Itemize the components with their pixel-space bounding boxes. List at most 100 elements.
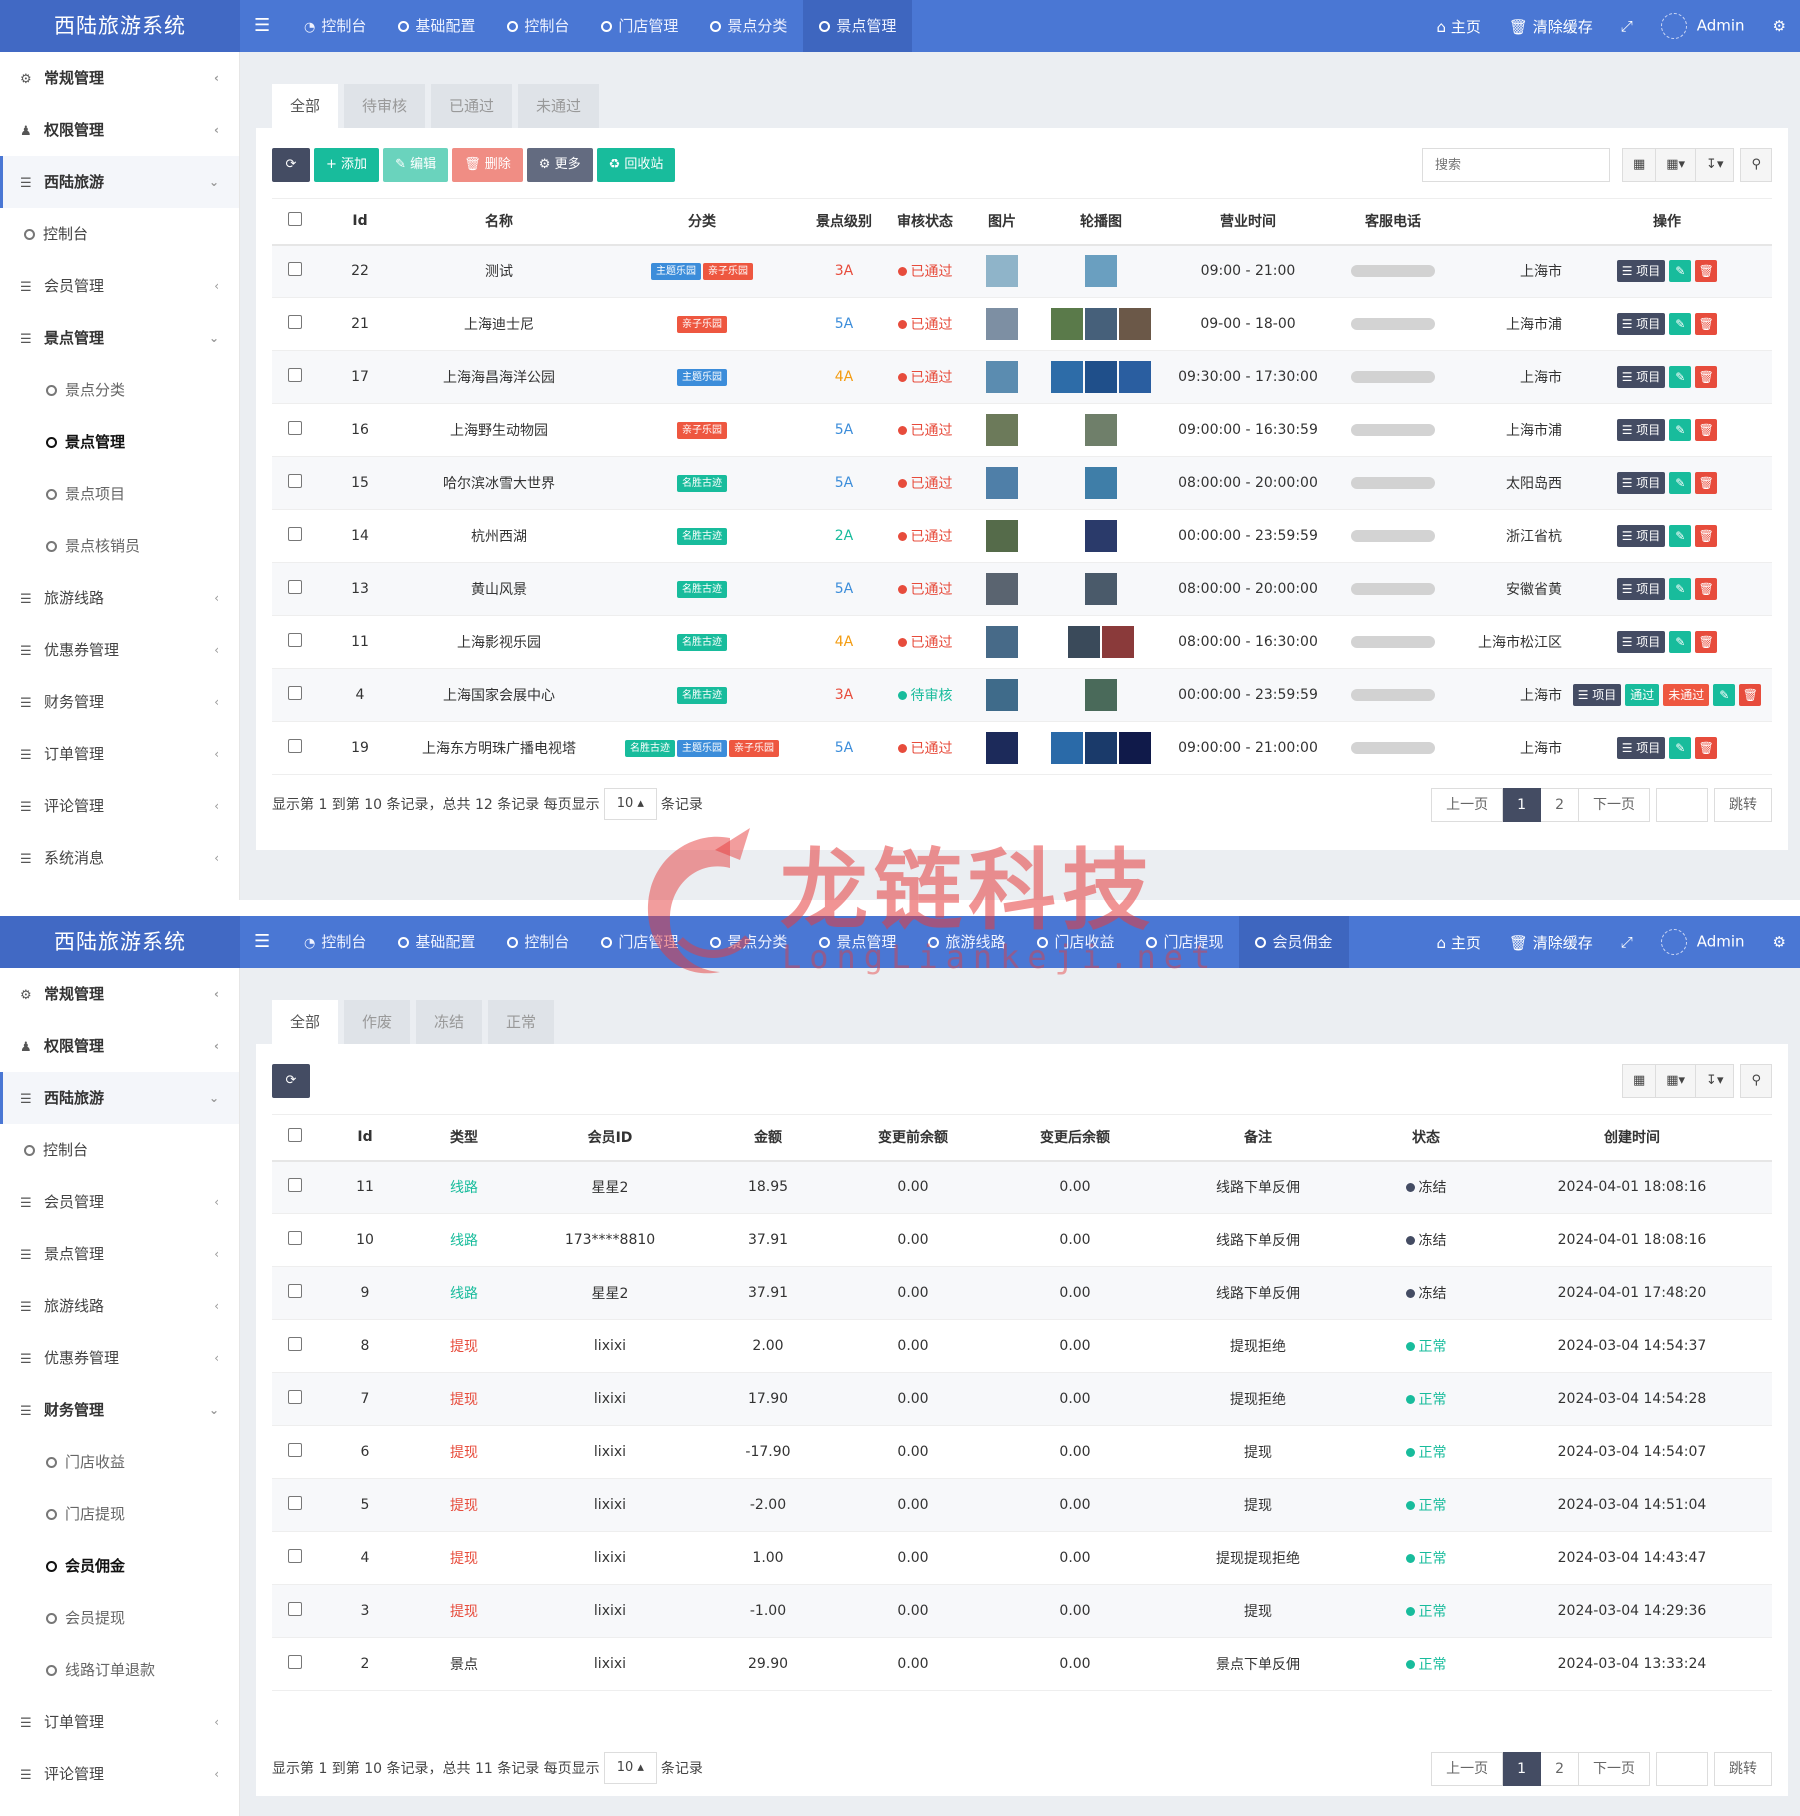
carousel-image-thumb[interactable] — [1119, 308, 1151, 340]
jump-page-input[interactable] — [1656, 788, 1708, 822]
clear-cache-link[interactable]: 🗑 清除缓存 — [1495, 16, 1607, 37]
item-button[interactable]: ☰ 项目 — [1616, 737, 1666, 759]
spot-image-thumb[interactable] — [986, 414, 1018, 446]
prev-page-button[interactable]: 上一页 — [1431, 788, 1504, 822]
settings-gear-icon[interactable]: ⚙ — [1759, 933, 1800, 951]
fullscreen-icon[interactable]: ⤢ — [1607, 17, 1647, 35]
item-button[interactable]: ☰ 项目 — [1616, 366, 1666, 388]
row-checkbox[interactable] — [288, 1231, 302, 1245]
user-menu[interactable]: Admin — [1647, 13, 1759, 39]
refresh-button[interactable]: ⟳ — [272, 148, 310, 182]
table-row[interactable]: 22 测试 主题乐园 亲子乐园 3A 已通过 09:00 - 21:00 上海市 ☰ 项目 ✎ 🗑 — [272, 244, 1772, 298]
sidebar-item-routes[interactable]: ☰ 旅游线路 ‹ — [0, 1280, 239, 1332]
sidebar-item-coupons[interactable]: ☰ 优惠券管理 ‹ — [0, 624, 239, 676]
home-link[interactable]: ⌂ 主页 — [1423, 932, 1495, 953]
edit-row-button[interactable]: ✎ — [1669, 313, 1692, 335]
table-row[interactable]: 15 哈尔滨冰雪大世界 名胜古迹 5A 已通过 08:00:00 - 20:00:00 太阳… — [272, 456, 1772, 510]
carousel-image-thumb[interactable] — [1085, 573, 1117, 605]
toggle-view-button[interactable]: ▦ — [1621, 1064, 1657, 1098]
row-checkbox[interactable] — [288, 1549, 302, 1563]
col-header[interactable]: 审核状态 — [880, 198, 970, 246]
spot-image-thumb[interactable] — [986, 573, 1018, 605]
spot-image-thumb[interactable] — [986, 467, 1018, 499]
export-button[interactable]: ↧▾ — [1696, 1064, 1735, 1098]
nav-tab-spot-category[interactable]: 景点分类 — [694, 916, 803, 968]
table-row[interactable]: 11 上海影视乐园 名胜古迹 4A 已通过 08:00:00 - 16:30:00 上海市松… — [272, 615, 1772, 669]
export-button[interactable]: ↧▾ — [1696, 148, 1735, 182]
nav-tab-spot-mgmt[interactable]: 景点管理 — [803, 916, 912, 968]
col-header[interactable]: 营业时间 — [1168, 198, 1328, 246]
carousel-image-thumb[interactable] — [1085, 255, 1117, 288]
carousel-image-thumb[interactable] — [1051, 308, 1083, 340]
spot-image-thumb[interactable] — [986, 732, 1018, 764]
sidebar-item-spot-mgmt[interactable]: ☰ 景点管理 ‹ — [0, 1228, 239, 1280]
select-all-checkbox[interactable] — [288, 212, 302, 227]
row-checkbox[interactable] — [288, 580, 302, 594]
spot-image-thumb[interactable] — [986, 255, 1018, 288]
nav-tab-basic-config[interactable]: 基础配置 — [382, 0, 491, 52]
edit-button[interactable]: ✎ 编辑 — [383, 148, 449, 182]
sidebar-item-general[interactable]: ⚙ 常规管理 ‹ — [0, 52, 239, 104]
sidebar-item-messages[interactable]: ☰ 系统消息 ‹ — [0, 832, 239, 884]
toggle-view-button[interactable]: ▦ — [1621, 148, 1657, 182]
table-row[interactable]: 2 景点 lixixi 29.90 0.00 0.00 景点下单反佣 正常 2024-03-04… — [272, 1637, 1772, 1691]
carousel-image-thumb[interactable] — [1119, 732, 1151, 764]
spot-image-thumb[interactable] — [986, 361, 1018, 393]
row-checkbox[interactable] — [288, 633, 302, 647]
nav-tab-store-income[interactable]: 门店收益 — [1021, 916, 1130, 968]
tab-frozen[interactable]: 冻结 — [416, 1000, 483, 1044]
user-menu[interactable]: Admin — [1647, 929, 1759, 955]
row-checkbox[interactable] — [288, 368, 302, 382]
edit-row-button[interactable]: ✎ — [1713, 684, 1736, 706]
nav-tab-basic-config[interactable]: 基础配置 — [382, 916, 491, 968]
col-header[interactable]: 图片 — [970, 198, 1034, 246]
table-row[interactable]: 7 提现 lixixi 17.90 0.00 0.00 提现拒绝 正常 2024-03-04 1… — [272, 1372, 1772, 1426]
sidebar-item-routes[interactable]: ☰ 旅游线路 ‹ — [0, 572, 239, 624]
sidebar-item-xilu[interactable]: ☰ 西陆旅游 ⌄ — [0, 156, 239, 208]
spot-image-thumb[interactable] — [986, 520, 1018, 552]
row-checkbox[interactable] — [288, 1655, 302, 1669]
item-button[interactable]: ☰ 项目 — [1616, 260, 1666, 283]
sidebar-item-finance[interactable]: ☰ 财务管理 ⌄ — [0, 1384, 239, 1436]
sidebar-item-general[interactable]: ⚙ 常规管理 ‹ — [0, 968, 239, 1020]
page-1-button[interactable]: 1 — [1503, 788, 1542, 822]
row-checkbox[interactable] — [288, 686, 302, 700]
carousel-image-thumb[interactable] — [1085, 414, 1117, 446]
sidebar-item-dashboard[interactable]: 控制台 — [0, 208, 239, 260]
nav-tab-spot-mgmt[interactable]: 景点管理 — [803, 0, 913, 52]
carousel-image-thumb[interactable] — [1085, 732, 1117, 764]
carousel-image-thumb[interactable] — [1051, 732, 1083, 764]
carousel-image-thumb[interactable] — [1102, 626, 1134, 658]
col-header[interactable] — [1458, 198, 1562, 246]
table-row[interactable]: 8 提现 lixixi 2.00 0.00 0.00 提现拒绝 正常 2024-03-04 14… — [272, 1319, 1772, 1373]
row-checkbox[interactable] — [288, 739, 302, 753]
tab-all[interactable]: 全部 — [272, 1000, 339, 1044]
row-checkbox[interactable] — [288, 1390, 302, 1404]
sidebar-item-member[interactable]: ☰ 会员管理 ‹ — [0, 1176, 239, 1228]
sidebar-item-member-commission[interactable]: 会员佣金 — [0, 1540, 239, 1592]
settings-gear-icon[interactable]: ⚙ — [1759, 17, 1800, 35]
nav-tab-dashboard-2[interactable]: 控制台 — [491, 916, 585, 968]
reject-button[interactable]: 未通过 — [1663, 684, 1710, 706]
table-row[interactable]: 11 线路 星星2 18.95 0.00 0.00 线路下单反佣 冻结 2024-04-01 1… — [272, 1160, 1772, 1214]
item-button[interactable]: ☰ 项目 — [1616, 419, 1666, 441]
table-row[interactable]: 10 线路 173****8810 37.91 0.00 0.00 线路下单反佣 冻结 2024… — [272, 1213, 1772, 1267]
delete-row-button[interactable]: 🗑 — [1695, 260, 1718, 283]
carousel-image-thumb[interactable] — [1068, 626, 1100, 658]
col-header[interactable]: 轮播图 — [1034, 198, 1168, 246]
table-row[interactable]: 21 上海迪士尼 亲子乐园 5A 已通过 09-00 - 18-00 上海市浦 ☰ 项目 ✎ 🗑 — [272, 297, 1772, 351]
table-row[interactable]: 14 杭州西湖 名胜古迹 2A 已通过 00:00:00 - 23:59:59 浙江省杭 ☰ … — [272, 509, 1772, 563]
table-row[interactable]: 5 提现 lixixi -2.00 0.00 0.00 提现 正常 2024-03-04 14:… — [272, 1478, 1772, 1532]
nav-tab-dashboard-2[interactable]: 控制台 — [491, 0, 585, 52]
col-header[interactable]: 备注 — [1156, 1114, 1360, 1162]
carousel-image-thumb[interactable] — [1119, 361, 1151, 393]
edit-row-button[interactable]: ✎ — [1669, 472, 1692, 494]
col-header[interactable]: 客服电话 — [1328, 198, 1458, 246]
col-header[interactable]: Id — [318, 198, 402, 246]
delete-row-button[interactable]: 🗑 — [1695, 366, 1718, 388]
col-header[interactable]: 会员ID — [516, 1114, 704, 1162]
sidebar-item-member[interactable]: ☰ 会员管理 ‹ — [0, 260, 239, 312]
table-row[interactable]: 16 上海野生动物园 亲子乐园 5A 已通过 09:00:00 - 16:30:59 上海市… — [272, 403, 1772, 457]
sidebar-item-orders[interactable]: ☰ 订单管理 ‹ — [0, 728, 239, 780]
sidebar-item-auth[interactable]: ♟ 权限管理 ‹ — [0, 1020, 239, 1072]
